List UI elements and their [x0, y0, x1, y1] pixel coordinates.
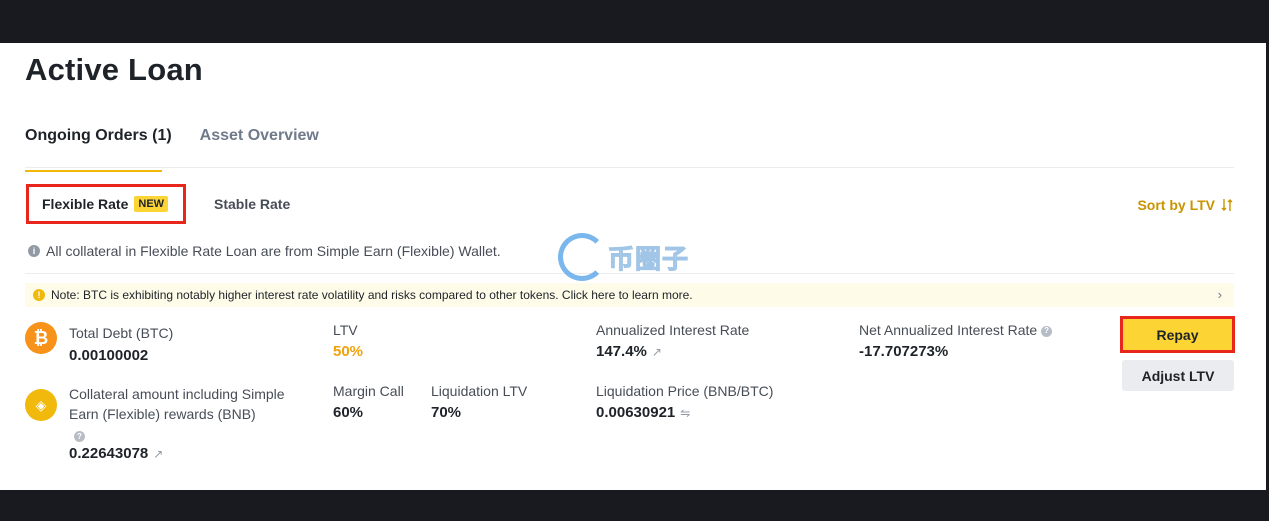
stable-rate-tab[interactable]: Stable Rate — [214, 184, 290, 224]
adjust-ltv-button[interactable]: Adjust LTV — [1122, 360, 1234, 391]
collateral-row: 0.22643078 ↗ — [69, 445, 163, 462]
collateral-help: ? — [74, 428, 85, 446]
warning-icon: ! — [33, 289, 45, 301]
collateral-value: 0.22643078 — [69, 445, 149, 462]
flexible-rate-label: Flexible Rate — [42, 196, 129, 212]
tab-asset-overview[interactable]: Asset Overview — [200, 127, 319, 172]
page-title: Active Loan — [25, 52, 203, 87]
watermark-logo: 币圈子 — [558, 233, 689, 281]
apr-value: 147.4% — [596, 343, 647, 360]
sort-by-ltv-button[interactable]: Sort by LTV — [1137, 197, 1233, 213]
sort-icon — [1221, 199, 1233, 211]
net-apr-label-row: Net Annualized Interest Rate ? — [859, 320, 1053, 340]
tab-ongoing-orders[interactable]: Ongoing Orders (1) — [25, 127, 172, 172]
net-apr-value: -17.707273% — [859, 343, 949, 360]
collateral-info: i All collateral in Flexible Rate Loan a… — [28, 243, 501, 259]
btc-coin-icon: ₿ — [25, 322, 57, 354]
liquidation-ltv-label: Liquidation LTV — [431, 383, 528, 399]
collateral-label: Collateral amount including Simple Earn … — [69, 386, 285, 422]
info-icon: i — [28, 245, 40, 257]
liquidation-price-label: Liquidation Price (BNB/BTC) — [596, 383, 774, 399]
repay-button[interactable]: Repay — [1120, 316, 1235, 353]
note-text: Note: BTC is exhibiting notably higher i… — [51, 288, 693, 302]
collateral-info-text: All collateral in Flexible Rate Loan are… — [46, 243, 501, 259]
swap-icon[interactable]: ⇋ — [680, 406, 690, 420]
total-debt-value: 0.00100002 — [69, 347, 149, 364]
liquidation-price-row: 0.00630921 ⇋ — [596, 404, 690, 421]
sort-by-ltv-label: Sort by LTV — [1137, 197, 1215, 213]
active-loan-panel: Active Loan Ongoing Orders (1) Asset Ove… — [0, 43, 1269, 490]
top-dark-bar — [0, 0, 1269, 43]
external-link-icon[interactable]: ↗ — [153, 447, 163, 461]
watermark-circle-icon — [558, 233, 606, 281]
flexible-rate-tab[interactable]: Flexible Rate NEW — [26, 184, 186, 224]
net-apr-label: Net Annualized Interest Rate — [859, 322, 1038, 338]
new-badge: NEW — [134, 196, 169, 212]
help-icon[interactable]: ? — [74, 431, 85, 443]
chevron-right-icon: › — [1217, 287, 1222, 302]
watermark-text: 币圈子 — [607, 243, 690, 274]
tabs-divider — [25, 167, 1234, 168]
ltv-label: LTV — [333, 322, 358, 338]
apr-row: 147.4% ↗ — [596, 343, 662, 360]
liquidation-ltv-value: 70% — [431, 404, 462, 421]
btc-volatility-note[interactable]: ! Note: BTC is exhibiting notably higher… — [25, 283, 1234, 307]
loan-tabs: Ongoing Orders (1) Asset Overview — [25, 127, 319, 172]
margin-call-label: Margin Call — [333, 383, 404, 399]
ltv-value: 50% — [333, 343, 364, 360]
bottom-dark-bar — [0, 490, 1269, 521]
external-link-icon[interactable]: ↗ — [652, 345, 662, 359]
liquidation-price-value: 0.00630921 — [596, 404, 676, 421]
help-icon[interactable]: ? — [1041, 325, 1053, 337]
apr-label: Annualized Interest Rate — [596, 322, 750, 338]
margin-call-value: 60% — [333, 404, 364, 421]
bnb-coin-icon: ◈ — [25, 389, 57, 421]
total-debt-label: Total Debt (BTC) — [69, 325, 174, 341]
